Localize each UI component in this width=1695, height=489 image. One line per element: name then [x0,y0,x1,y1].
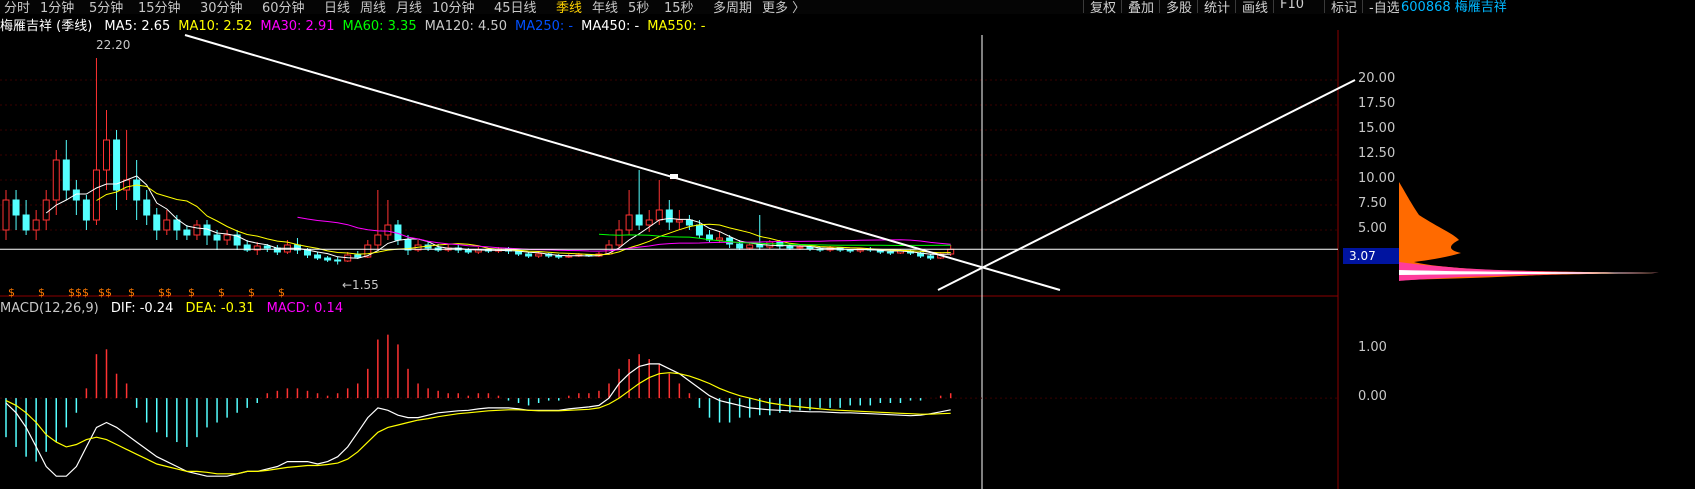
candle-body [32,219,40,231]
dividend-marker: $ [128,286,135,299]
candle-body [766,241,774,248]
candle-body [927,255,935,259]
candle-body [675,219,683,223]
candle-body [786,245,794,249]
candle-body [42,199,50,221]
candle-body [947,248,955,255]
candle-body [314,254,322,259]
candle-body [846,249,854,252]
candle-body [12,199,20,216]
candle-body [716,237,724,241]
candle-body [615,229,623,246]
chip-distribution [1399,182,1659,281]
candle-body [183,229,191,236]
candle-body [655,209,663,221]
dividend-marker: $$ [98,286,112,299]
candle-body [625,214,633,231]
candle-body [645,219,653,226]
candle-body [886,251,894,254]
candle-body [756,244,764,248]
dividend-marker: $ [278,286,285,299]
candle-body [213,234,221,241]
macd-title: MACD(12,26,9) [0,301,99,316]
trend-anchor [670,174,678,179]
candle-body [746,244,754,249]
candle-body [52,159,60,201]
dividend-marker: $ [248,286,255,299]
dea-value: DEA: -0.31 [185,301,255,316]
candle-body [525,253,533,257]
candle-body [163,219,171,231]
candle-body [22,214,30,231]
candle-body [173,219,181,231]
candle-body [665,209,673,223]
candle-body [223,234,231,241]
candle-body [334,259,342,262]
candle-body [133,179,141,201]
candle-body [796,246,804,249]
candle-body [374,234,382,246]
candle-body [103,139,110,171]
dividend-marker: $ [218,286,225,299]
candle-body [62,159,70,191]
candle-body [736,243,744,249]
candle-body [113,139,121,191]
candle-body [695,224,703,236]
dividend-marker: $$$ [68,286,89,299]
candle-body [685,219,693,226]
dividend-marker: $ [8,286,15,299]
dividend-marker: $ [188,286,195,299]
current-price-tag: 3.07 [1343,248,1399,264]
candle-body [324,257,332,261]
high-label: 22.20 [96,38,130,52]
dividend-marker: $$ [158,286,172,299]
macd-legend: MACD(12,26,9) DIF: -0.24 DEA: -0.31 MACD… [0,301,351,316]
macd-value: MACD: 0.14 [266,301,344,316]
candle-body [143,199,151,216]
candle-body [2,199,10,231]
candle-body [354,254,362,258]
candle-body [92,169,100,221]
candle-body [806,246,814,250]
dif-value: DIF: -0.24 [110,301,174,316]
low-label: ←1.55 [342,278,379,292]
candle-body [82,199,90,221]
dividend-marker: $ [38,286,45,299]
candle-body [635,214,643,226]
candle-body [555,255,563,258]
kline-chart[interactable]: $ $ $$$ $$ $ $$ $ $ $ $22.20←1.55 [0,0,1399,489]
right-panel: 600868 梅雁吉祥 [1399,0,1695,489]
trend-line [937,79,1356,291]
dea-line [5,372,951,475]
candle-body [263,245,271,249]
candle-body [535,253,543,257]
candle-body [153,214,161,231]
candle-body [464,249,472,253]
candle-body [384,224,392,236]
candle-body [193,224,201,236]
